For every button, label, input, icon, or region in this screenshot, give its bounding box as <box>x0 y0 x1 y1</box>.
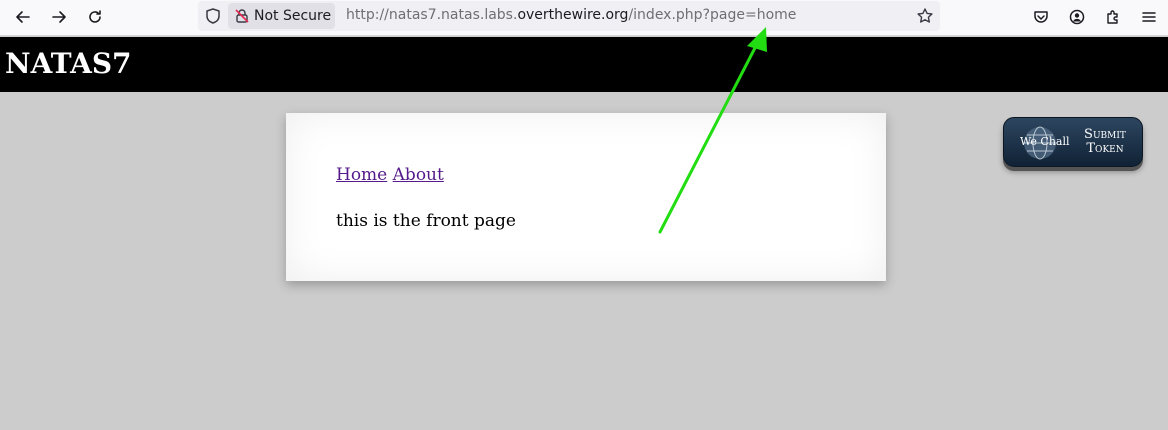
puzzle-icon <box>1107 10 1118 24</box>
account-button[interactable] <box>1063 4 1091 30</box>
url-bar[interactable]: Not Secure http://natas7.natas.labs.over… <box>198 1 940 31</box>
home-link[interactable]: Home <box>336 165 387 185</box>
forward-button[interactable] <box>45 4 73 30</box>
security-indicator[interactable]: Not Secure <box>228 3 335 29</box>
pocket-button[interactable] <box>1027 4 1055 30</box>
submit-label-line1: Submit <box>1084 127 1126 142</box>
back-button[interactable] <box>9 4 37 30</box>
about-link[interactable]: About <box>393 165 444 185</box>
content-card: Home About this is the front page <box>286 113 886 281</box>
browser-toolbar: Not Secure http://natas7.natas.labs.over… <box>0 0 1168 36</box>
insecure-lock-icon <box>235 9 249 23</box>
pocket-icon <box>1034 11 1048 23</box>
url-host: overthewire.org <box>517 7 629 23</box>
wechall-submit-token-button[interactable]: We Chall Submit Token <box>1003 117 1143 167</box>
url-prefix: http://natas7.natas.labs. <box>346 7 518 23</box>
account-icon <box>1069 9 1085 25</box>
arrow-right-icon <box>52 11 66 23</box>
site-header: NATAS7 <box>0 37 1168 92</box>
submit-label-line2: Token <box>1086 141 1124 156</box>
page-body-text: this is the front page <box>336 211 516 231</box>
page-nav: Home About <box>336 165 444 185</box>
bookmark-star-icon[interactable] <box>916 7 934 25</box>
wechall-logo-text: We Chall <box>1020 135 1070 148</box>
shield-icon[interactable] <box>204 7 222 25</box>
url-text[interactable]: http://natas7.natas.labs.overthewire.org… <box>346 7 796 23</box>
submit-token-label: Submit Token <box>1076 128 1134 156</box>
reload-icon <box>89 10 101 23</box>
reload-button[interactable] <box>81 4 109 30</box>
menu-button[interactable] <box>1135 4 1163 30</box>
arrow-left-icon <box>16 11 30 23</box>
url-path: /index.php?page=home <box>628 7 797 23</box>
extensions-button[interactable] <box>1099 4 1127 30</box>
security-label: Not Secure <box>254 8 332 24</box>
site-title: NATAS7 <box>5 47 132 80</box>
hamburger-menu-icon <box>1142 12 1156 22</box>
